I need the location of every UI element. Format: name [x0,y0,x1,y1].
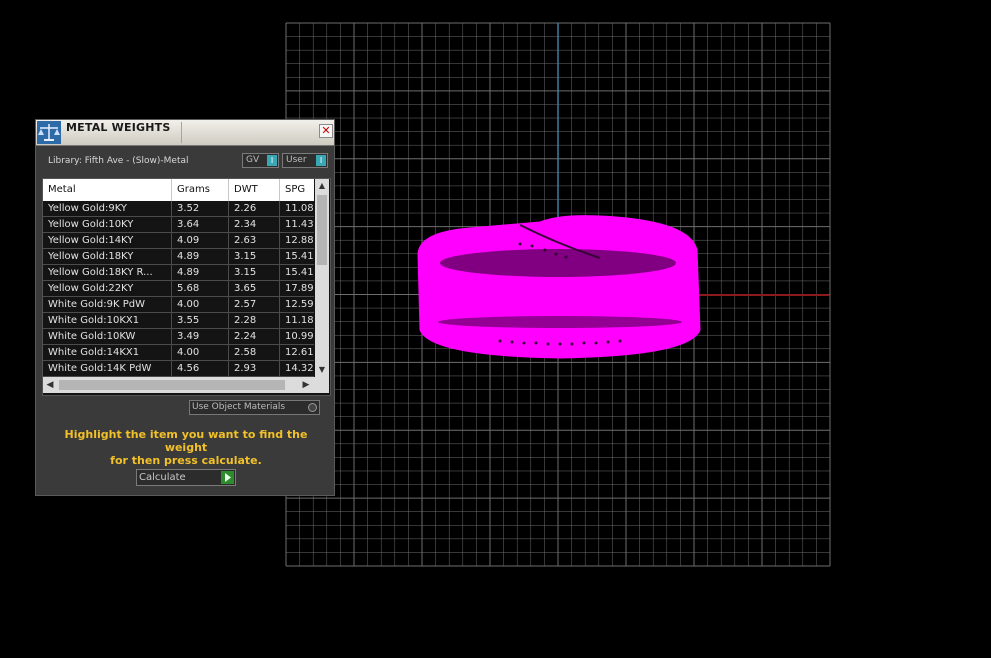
cell-spg: 11.43 [285,219,314,230]
cell-spg: 11.18 [285,315,314,326]
table-row[interactable]: White Gold:10KX1 3.55 2.28 11.18 [43,313,314,329]
cell-metal: Yellow Gold:9KY [43,201,172,216]
table-row[interactable]: White Gold:14KX1 4.00 2.58 12.61 [43,345,314,361]
cell-dwt: 3.65 [229,281,280,296]
scroll-left-arrow-icon[interactable]: ◀ [43,377,57,393]
user-toggle-label: User [286,155,307,165]
cell-spg: 11.08 [285,203,314,214]
metal-table: Metal Grams DWT SPG Yellow Gold:9KY 3.52 2… [42,178,331,396]
cell-grams: 5.68 [172,281,229,296]
scroll-down-arrow-icon[interactable]: ▼ [315,363,329,377]
cell-dwt: 2.28 [229,313,280,328]
cell-dwt: 2.24 [229,329,280,344]
cell-dwt: 3.15 [229,265,280,280]
cell-spg: 10.99 [285,331,314,342]
vertical-scrollbar[interactable]: ▲ ▼ [315,179,329,377]
ring-model[interactable] [417,215,701,359]
balance-scale-icon [37,121,61,144]
cell-spg: 14.32 [285,363,314,374]
title-bar[interactable]: METAL WEIGHTS ✕ [36,120,334,146]
table-row[interactable]: Yellow Gold:22KY 5.68 3.65 17.89 [43,281,314,297]
cell-spg: 17.89 [285,283,314,294]
cell-grams: 3.49 [172,329,229,344]
cell-metal: White Gold:10KW [43,329,172,344]
cell-spg: 12.61 [285,347,314,358]
cell-metal: White Gold:10KX1 [43,313,172,328]
cell-metal: Yellow Gold:22KY [43,281,172,296]
cell-grams: 4.00 [172,297,229,312]
column-header-metal[interactable]: Metal [43,179,172,201]
cell-metal: White Gold:14K PdW [43,361,172,376]
vertical-scroll-thumb[interactable] [317,195,327,265]
cell-dwt: 2.58 [229,345,280,360]
window-title: METAL WEIGHTS [66,121,171,134]
table-row[interactable]: White Gold:14K PdW 4.56 2.93 14.32 [43,361,314,377]
cell-grams: 3.64 [172,217,229,232]
cell-dwt: 2.26 [229,201,280,216]
cell-grams: 4.56 [172,361,229,376]
title-divider [181,122,182,143]
cell-dwt: 2.34 [229,217,280,232]
column-header-spg[interactable]: SPG [280,179,314,201]
library-label: Library: Fifth Ave - (Slow)-Metal [48,156,189,166]
table-row[interactable]: Yellow Gold:10KY 3.64 2.34 11.43 [43,217,314,233]
cell-grams: 3.52 [172,201,229,216]
scroll-right-arrow-icon[interactable]: ▶ [299,377,313,393]
gv-toggle[interactable]: GV I [242,153,279,168]
cell-spg: 12.88 [285,235,314,246]
cell-dwt: 2.93 [229,361,280,376]
scroll-up-arrow-icon[interactable]: ▲ [315,179,329,193]
table-row[interactable]: Yellow Gold:14KY 4.09 2.63 12.88 [43,233,314,249]
table-row[interactable]: Yellow Gold:18KY 4.89 3.15 15.41 [43,249,314,265]
table-row[interactable]: White Gold:9K PdW 4.00 2.57 12.59 [43,297,314,313]
close-icon: ✕ [321,124,331,137]
cell-grams: 3.55 [172,313,229,328]
cell-grams: 4.09 [172,233,229,248]
table-row[interactable]: Yellow Gold:18KY R... 4.89 3.15 15.41 [43,265,314,281]
calculate-button[interactable]: Calculate [136,469,236,486]
play-icon [221,471,234,484]
table-body: Yellow Gold:9KY 3.52 2.26 11.08 Yellow Gold:… [43,201,314,377]
cell-grams: 4.89 [172,265,229,280]
cell-spg: 12.59 [285,299,314,310]
metal-weights-panel: METAL WEIGHTS ✕ Library: Fifth Ave - (Sl… [35,119,335,496]
user-toggle-knob: I [316,155,326,166]
table-row[interactable]: Yellow Gold:9KY 3.52 2.26 11.08 [43,201,314,217]
cell-metal: Yellow Gold:18KY [43,249,172,264]
cell-metal: Yellow Gold:14KY [43,233,172,248]
horizontal-scrollbar[interactable]: ◀ ▶ [43,377,329,393]
cell-metal: Yellow Gold:18KY R... [43,265,172,280]
user-toggle[interactable]: User I [282,153,328,168]
use-object-materials-label: Use Object Materials [192,402,286,412]
radio-icon [308,403,317,412]
cell-grams: 4.00 [172,345,229,360]
cell-dwt: 3.15 [229,249,280,264]
cell-spg: 15.41 [285,267,314,278]
instruction-line-1: Highlight the item you want to find the … [64,428,308,454]
gv-toggle-knob: I [267,155,277,166]
cell-dwt: 2.63 [229,233,280,248]
instruction-line-2: for then press calculate. [110,454,262,467]
cell-metal: White Gold:9K PdW [43,297,172,312]
close-button[interactable]: ✕ [319,124,333,138]
cell-grams: 4.89 [172,249,229,264]
gv-toggle-label: GV [246,155,260,165]
horizontal-scroll-thumb[interactable] [59,380,285,390]
cell-metal: White Gold:14KX1 [43,345,172,360]
table-header: Metal Grams DWT SPG [43,179,314,201]
cell-metal: Yellow Gold:10KY [43,217,172,232]
use-object-materials-toggle[interactable]: Use Object Materials [189,400,320,415]
cell-spg: 15.41 [285,251,314,262]
table-row[interactable]: White Gold:10KW 3.49 2.24 10.99 [43,329,314,345]
cell-dwt: 2.57 [229,297,280,312]
column-header-grams[interactable]: Grams [172,179,229,201]
instruction-text: Highlight the item you want to find the … [48,428,324,467]
calculate-label: Calculate [139,472,186,483]
column-header-dwt[interactable]: DWT [229,179,280,201]
